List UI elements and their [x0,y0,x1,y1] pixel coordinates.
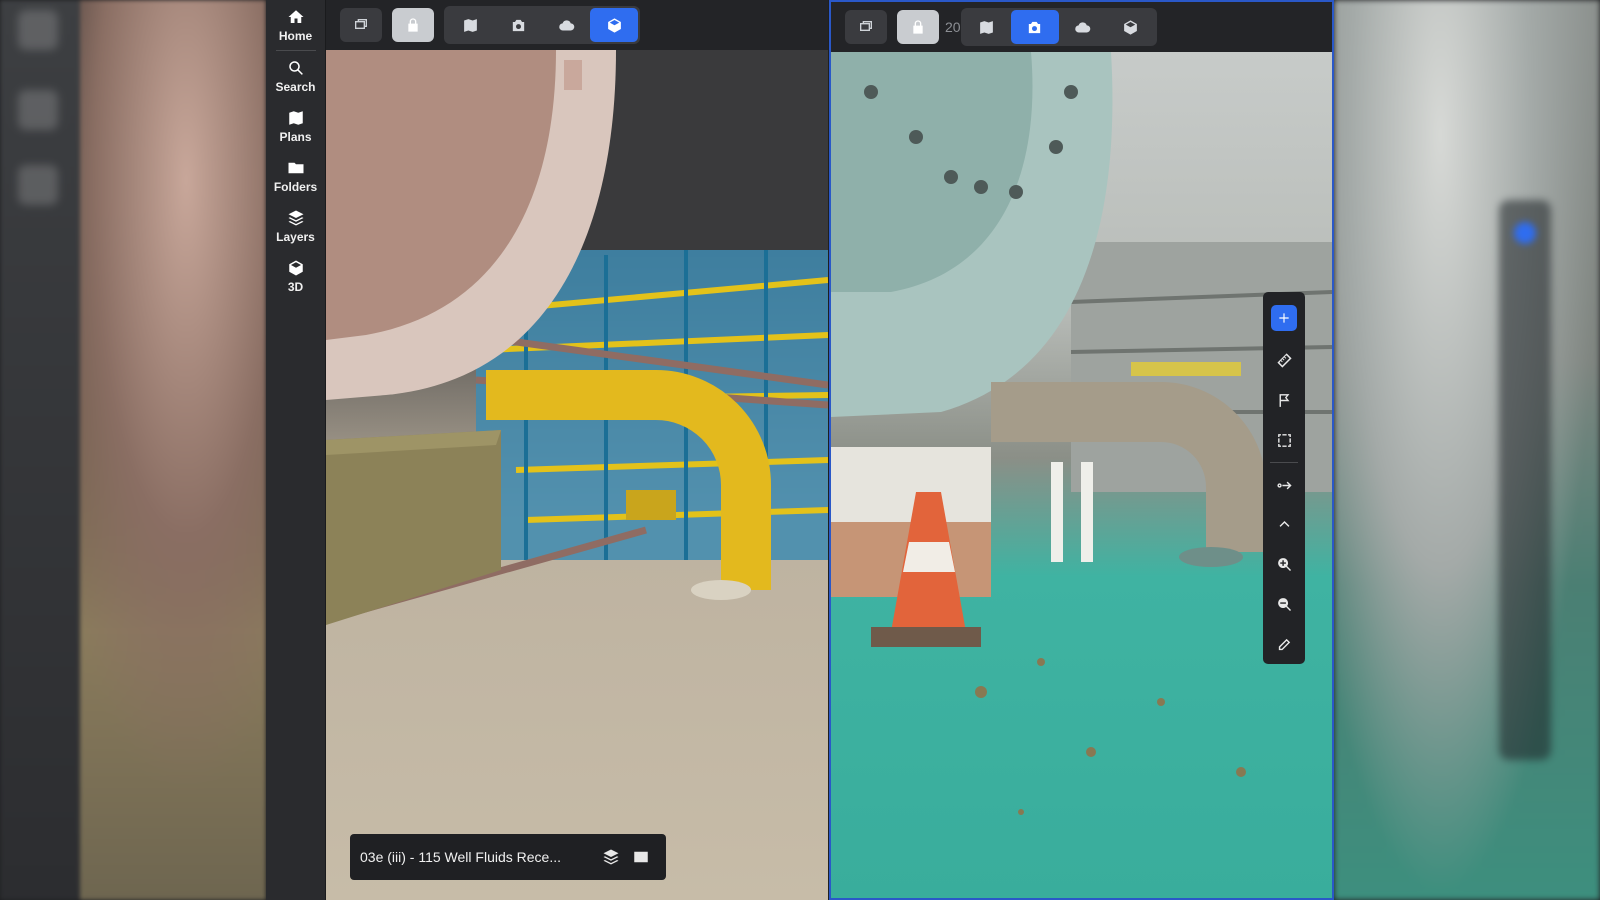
view-mode-switcher [444,6,640,44]
measure-button[interactable] [1267,344,1301,378]
background-ghost-icon [18,90,58,130]
sidebar-item-home[interactable]: Home [266,0,325,50]
background-right [1334,0,1600,900]
map-mode-button[interactable] [963,10,1011,44]
draw-button[interactable] [1267,627,1301,661]
left-pane-toolbar [326,0,828,50]
annotation-tool-strip [1263,292,1305,664]
background-accent-dot [1514,222,1536,244]
route-icon [1276,481,1292,489]
layers-icon [288,210,303,225]
card-icon [634,851,648,863]
chevron-up-icon [1279,521,1289,528]
sidebar-item-label: 3D [287,279,304,294]
3d-model-viewport[interactable] [326,50,828,900]
zoom-out-icon [1277,597,1291,611]
flag-button[interactable] [1267,384,1301,418]
yellow-light [1131,362,1241,376]
sidebar-item-3d[interactable]: 3D [266,251,325,301]
select-area-button[interactable] [1267,423,1301,457]
sidebar-item-layers[interactable]: Layers [266,201,325,251]
capture-number: 20 [945,19,961,35]
home-icon [288,9,303,23]
zoom-out-button[interactable] [1267,587,1301,621]
pencil-icon [1278,638,1290,650]
vessel-nozzle [564,60,582,90]
map-mode-button[interactable] [446,8,494,42]
cube-icon [607,17,621,33]
lock-icon [408,18,418,32]
right-viewer-pane: 20 [829,0,1334,900]
sidebar-item-label: Search [275,79,316,94]
photo-viewport[interactable] [831,52,1332,898]
folder-icon [288,162,303,173]
view-mode-switcher [960,8,1157,46]
pipe-support [1051,462,1063,562]
background-toolbar [1499,200,1551,760]
sidebar-item-label: Folders [273,179,318,194]
map-icon [288,110,303,125]
split-view-icon [355,19,367,29]
site-photo [831,52,1332,815]
search-icon [288,60,303,75]
background-ghost-icon [18,10,58,50]
pipe-base [1179,547,1243,567]
photo-mode-button[interactable] [1010,10,1059,44]
zoom-in-icon [1277,558,1291,572]
cube-icon [1124,19,1137,35]
add-button[interactable] [1271,305,1297,331]
split-view-button[interactable] [340,8,382,42]
map-icon [980,20,993,34]
ruler-icon [1276,353,1292,368]
model-title: 03e (iii) - 115 Well Fluids Rece... [360,849,561,865]
zoom-in-button[interactable] [1267,548,1301,582]
3d-mode-button[interactable] [1107,10,1155,44]
lock-icon [913,20,923,34]
3d-model-scene [326,50,828,625]
photo-mode-button[interactable] [494,8,542,42]
pointcloud-mode-button[interactable] [1059,10,1107,44]
details-card-button[interactable] [626,842,656,872]
pipe-valve [626,490,676,520]
main-sidebar: Home Search Plans Folders Layers 3D [266,0,326,900]
background-left [0,0,266,900]
background-sidebar [0,0,80,900]
layers-icon [603,849,619,865]
left-viewer-pane: 03e (iii) - 115 Well Fluids Rece... [326,0,828,900]
right-pane-toolbar: 20 [831,2,1332,52]
pointcloud-mode-button[interactable] [542,8,590,42]
route-button[interactable] [1267,468,1301,502]
pipe-support [1081,462,1093,562]
cloud-icon [1075,21,1091,32]
cone-stripe [903,542,955,572]
sidebar-item-label: Plans [279,129,312,144]
sidebar-item-folders[interactable]: Folders [266,151,325,201]
pipe-flange [691,580,751,600]
cone-base [871,627,981,647]
sidebar-item-label: Home [278,28,313,43]
plus-icon [1279,313,1289,323]
sidebar-item-search[interactable]: Search [266,51,325,101]
model-info-bar: 03e (iii) - 115 Well Fluids Rece... [350,834,666,880]
background-ghost-icon [18,165,58,205]
cloud-icon [558,19,574,30]
lock-button[interactable] [392,8,434,42]
collapse-button[interactable] [1267,508,1301,542]
map-icon [463,18,477,32]
layers-toggle-button[interactable] [596,842,626,872]
split-view-button[interactable] [845,10,887,44]
sidebar-item-plans[interactable]: Plans [266,101,325,151]
select-box-icon [1277,433,1291,447]
floor-rust-spots [975,658,1246,815]
sidebar-item-label: Layers [276,229,315,244]
lock-button[interactable] [897,10,939,44]
split-view-icon [860,21,872,31]
cube-icon [288,260,303,275]
camera-icon [512,19,524,31]
tool-divider [1270,462,1298,464]
flag-icon [1279,394,1289,407]
3d-mode-button[interactable] [590,8,638,42]
camera-icon [1028,21,1041,33]
platform-box [326,430,501,625]
